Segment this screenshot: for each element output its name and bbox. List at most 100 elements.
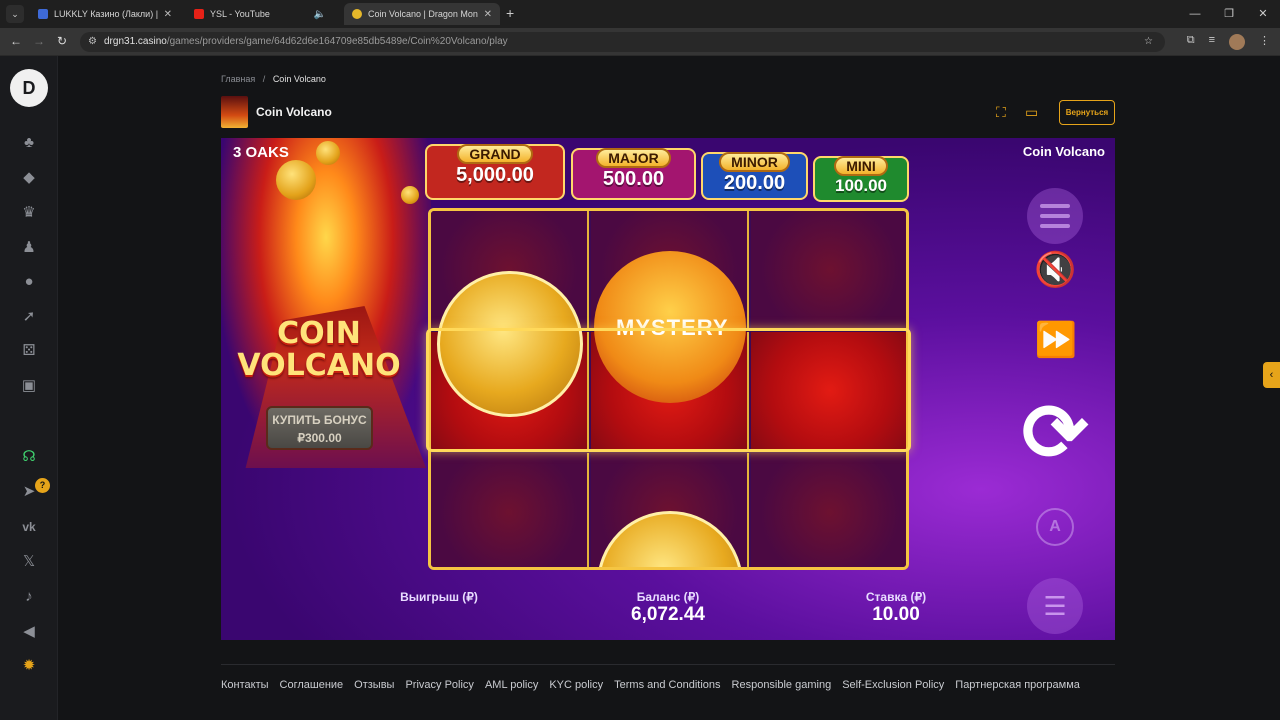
trophy-icon[interactable]: ♛ [19,203,39,223]
tab-lukkly[interactable]: LUKKLY Казино (Лакли) | Офиц ✕ [30,3,180,25]
coin-decoration [401,186,419,204]
buy-bonus-price: ₽300.00 [297,431,342,445]
footer-link-privacy[interactable]: Privacy Policy [405,679,473,691]
gold-coin-symbol [437,271,583,417]
jackpot-value: 100.00 [835,176,887,195]
rocket-icon[interactable]: ➚ [19,307,39,327]
new-tab-icon[interactable]: + [506,5,514,21]
url-bar[interactable]: ⚙ drgn31.casino/games/providers/game/64d… [80,32,1165,52]
mystery-label: MYSTERY [616,315,729,340]
site-info-icon[interactable]: ⚙ [88,32,97,52]
win-display: Выигрыш (₽) [371,590,507,604]
game-title: Coin Volcano [256,105,332,119]
reload-icon[interactable]: ↻ [57,34,67,48]
lightbulb-icon[interactable]: ✹ [19,656,39,676]
footer-links: Контакты Соглашение Отзывы Privacy Polic… [221,679,1080,691]
bet-coins-button[interactable]: ☰ [1027,578,1083,634]
sound-icon[interactable]: ◀ [19,622,39,642]
close-window-icon[interactable]: ✕ [1246,0,1280,28]
chevron-left-icon[interactable]: ‹ [1263,362,1280,388]
tab-youtube[interactable]: YSL - YouTube 🔈 [186,3,342,25]
bet-label: Ставка (₽) [865,590,927,604]
tab-title: Coin Volcano | Dragon Money [368,9,478,19]
tab-title: LUKKLY Казино (Лакли) | Офиц [54,9,158,19]
media-control-icon[interactable]: ≡ [1209,34,1215,50]
forward-arrow-icon[interactable]: → [33,34,45,48]
extension-icons: ⧉ ≡ ⋮ [1187,34,1270,50]
minimize-icon[interactable]: — [1178,0,1212,28]
footer-link-kyc[interactable]: KYC policy [549,679,603,691]
tab-favicon-icon [38,9,48,19]
buy-bonus-button[interactable]: КУПИТЬ БОНУС ₽300.00 [266,406,373,450]
dice-icon[interactable]: ⚄ [19,341,39,361]
balance-value: 6,072.44 [631,604,705,625]
support-headset-icon[interactable]: ☊ [19,447,39,467]
jackpot-mini: MINI 100.00 [813,156,909,202]
theater-mode-icon[interactable]: ▭ [1025,104,1038,121]
win-label: Выигрыш (₽) [400,590,478,604]
jackpot-name: GRAND [457,144,533,164]
game-logo: COIN VOLCANO [229,318,409,382]
x-twitter-icon[interactable]: 𝕏 [19,552,39,572]
coin-decoration [276,160,316,200]
tag-icon[interactable]: ◆ [19,168,39,188]
footer-link-partners[interactable]: Партнерская программа [955,679,1080,691]
footer-link-responsible[interactable]: Responsible gaming [732,679,832,691]
back-arrow-icon[interactable]: ← [10,34,22,48]
jackpot-grand: GRAND 5,000.00 [425,144,565,200]
bookmark-star-icon[interactable]: ☆ [1144,32,1153,52]
turbo-fast-forward-icon[interactable]: ⏩ [1034,320,1078,360]
buy-bonus-label: КУПИТЬ БОНУС [272,413,367,427]
site-sidebar: D ♣ ◆ ♛ ♟ ● ➚ ⚄ ▣ ☊ ➤ ? vk 𝕏 ♪ ◀ ✹ [0,56,58,720]
fullscreen-icon[interactable]: ⛶ [996,104,1006,121]
joystick-icon[interactable]: ● [19,272,39,292]
footer-link-self-exclusion[interactable]: Self-Exclusion Policy [842,679,944,691]
footer-link-aml[interactable]: AML policy [485,679,538,691]
logo-line-1: COIN [277,316,361,351]
footer-link-agreement[interactable]: Соглашение [280,679,344,691]
restore-icon[interactable]: ❐ [1212,0,1246,28]
cherry-icon[interactable]: ♣ [19,133,39,153]
profile-avatar[interactable] [1229,34,1245,50]
footer-link-reviews[interactable]: Отзывы [354,679,394,691]
breadcrumb-current: Coin Volcano [272,74,326,84]
footer-divider [221,664,1115,665]
extensions-icon[interactable]: ⧉ [1187,34,1195,50]
bet-value: 10.00 [872,604,920,625]
breadcrumb-home[interactable]: Главная [221,74,255,84]
autoplay-button[interactable]: A [1036,508,1074,546]
close-icon[interactable]: ✕ [484,9,492,20]
jackpot-name: MINI [834,156,888,176]
game-thumbnail [221,96,248,128]
jackpot-name: MINOR [719,152,790,172]
speaker-icon[interactable]: 🔈 [314,9,326,20]
footer-link-contacts[interactable]: Контакты [221,679,269,691]
coin-decoration [316,141,340,165]
jackpot-value: 500.00 [602,168,665,190]
mute-icon[interactable]: 🔇 [1034,250,1076,290]
provider-label: 3 OAKS [233,144,289,161]
balance-label: Баланс (₽) [636,590,700,604]
tab-title: YSL - YouTube [210,9,270,19]
user-icon[interactable]: ♟ [19,238,39,258]
vk-icon[interactable]: vk [19,517,39,537]
more-menu-icon[interactable]: ⋮ [1259,34,1270,50]
site-logo-icon[interactable]: D [10,69,48,107]
breadcrumb-separator: / [262,74,266,84]
tab-search-icon[interactable]: ⌄ [6,5,24,23]
close-icon[interactable]: ✕ [164,9,172,20]
tab-coin-volcano[interactable]: Coin Volcano | Dragon Money ✕ [344,3,500,25]
bell-icon[interactable]: ♪ [19,587,39,607]
jackpot-value: 200.00 [723,172,786,194]
footer-link-terms[interactable]: Terms and Conditions [614,679,720,691]
game-frame[interactable]: 3 OAKS Coin Volcano COIN VOLCANO КУПИТЬ … [221,138,1115,640]
game-menu-button[interactable] [1027,188,1083,244]
game-name-label: Coin Volcano [1022,144,1105,159]
back-button[interactable]: Вернуться [1059,100,1115,125]
gift-icon[interactable]: ▣ [19,376,39,396]
spin-button[interactable]: ⟳ [1009,388,1101,480]
game-header: Coin Volcano [221,96,332,128]
reel-grid: MYSTERY [428,208,909,570]
coin-favicon-icon [352,9,362,19]
jackpot-major: MAJOR 500.00 [571,148,696,200]
